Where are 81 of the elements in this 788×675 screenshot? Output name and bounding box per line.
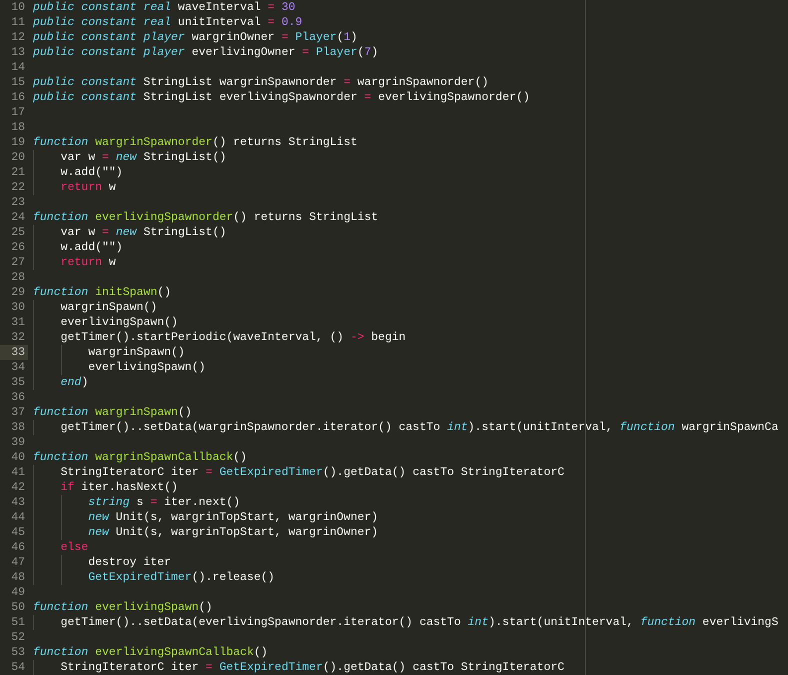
line-number: 42 [10,480,26,495]
code-line: return w [28,255,116,270]
line-number: 27 [10,255,26,270]
line-number: 53 [10,645,26,660]
line-number: 17 [10,105,26,120]
code-line: var w = new StringList() [28,225,226,240]
code-line: function everlivingSpawnorder() returns StringList [32,210,378,225]
code-line: StringIteratorC iter = GetExpiredTimer().getData() castTo StringIteratorC [28,660,564,675]
line-number: 23 [10,195,26,210]
line-number: 51 [10,615,26,630]
code-line: everlivingSpawn() [28,315,178,330]
code-line: w.add("") [28,240,123,255]
code-line: public constant player everlivingOwner = Player(7) [32,45,378,60]
line-number: 38 [10,420,26,435]
code-line: string s = iter.next() [28,495,240,510]
line-number: 44 [10,510,26,525]
code-line: getTimer()..setData(wargrinSpawnorder.iterator() castTo int).start(unitInterval, function wargrinSpawnCa [28,420,778,435]
line-number: 12 [10,30,26,45]
code-line: getTimer()..setData(everlivingSpawnorder.iterator() castTo int).start(unitInterval, function everlivingS [28,615,778,630]
code-line: destroy iter [28,555,172,570]
line-number: 46 [10,540,26,555]
line-number: 11 [10,15,26,30]
code-line: return w [28,180,116,195]
line-number: 37 [10,405,26,420]
line-number: 52 [10,630,26,645]
line-number: 49 [10,585,26,600]
code-line: if iter.hasNext() [28,480,178,495]
line-number: 30 [10,300,26,315]
code-line: else [28,540,88,555]
line-number: 25 [10,225,26,240]
line-number: 39 [10,435,26,450]
code-line: function everlivingSpawnCallback() [32,645,268,660]
line-number: 32 [10,330,26,345]
code-line: function wargrinSpawnorder() returns StringList [32,135,358,150]
code-line: end) [28,375,88,390]
line-number: 15 [10,75,26,90]
code-line: StringIteratorC iter = GetExpiredTimer().getData() castTo StringIteratorC [28,465,564,480]
line-number: 14 [10,60,26,75]
line-number: 10 [10,0,26,15]
line-number: 24 [10,210,26,225]
line-number: 34 [10,360,26,375]
line-number: 35 [10,375,26,390]
code-line: public constant StringList wargrinSpawnorder = wargrinSpawnorder() [32,75,489,90]
line-number: 16 [10,90,26,105]
code-line: wargrinSpawn() [28,345,185,360]
line-number: 28 [10,270,26,285]
line-number: 45 [10,525,26,540]
code-line: GetExpiredTimer().release() [28,570,275,585]
code-line: new Unit(s, wargrinTopStart, wargrinOwner) [28,510,378,525]
line-number: 33 [0,345,28,360]
code-line: public constant real waveInterval = 30 [32,0,296,15]
line-number: 26 [10,240,26,255]
line-number: 21 [10,165,26,180]
code-line: function everlivingSpawn() [32,600,212,615]
code-line: wargrinSpawn() [28,300,158,315]
line-number: 41 [10,465,26,480]
code-line: everlivingSpawn() [28,360,206,375]
code-line: public constant player wargrinOwner = Player(1) [32,30,358,45]
line-number: 54 [10,660,26,675]
code-line: public constant StringList everlivingSpawnorder = everlivingSpawnorder() [32,90,530,105]
code-line: function wargrinSpawnCallback() [32,450,247,465]
line-number: 31 [10,315,26,330]
code-line: new Unit(s, wargrinTopStart, wargrinOwner) [28,525,378,540]
line-number: 18 [10,120,26,135]
code-line: var w = new StringList() [28,150,226,165]
code-line: function wargrinSpawn() [32,405,192,420]
code-line: public constant real unitInterval = 0.9 [32,15,302,30]
line-number: 50 [10,600,26,615]
line-number: 29 [10,285,26,300]
line-number: 36 [10,390,26,405]
line-number: 40 [10,450,26,465]
code-line: w.add("") [28,165,123,180]
line-number: 47 [10,555,26,570]
code-line: getTimer().startPeriodic(waveInterval, () -> begin [28,330,406,345]
line-number: 48 [10,570,26,585]
code-line: function initSpawn() [32,285,172,300]
line-number: 19 [10,135,26,150]
line-number: 20 [10,150,26,165]
line-number: 43 [10,495,26,510]
line-number: 22 [10,180,26,195]
line-number: 13 [10,45,26,60]
